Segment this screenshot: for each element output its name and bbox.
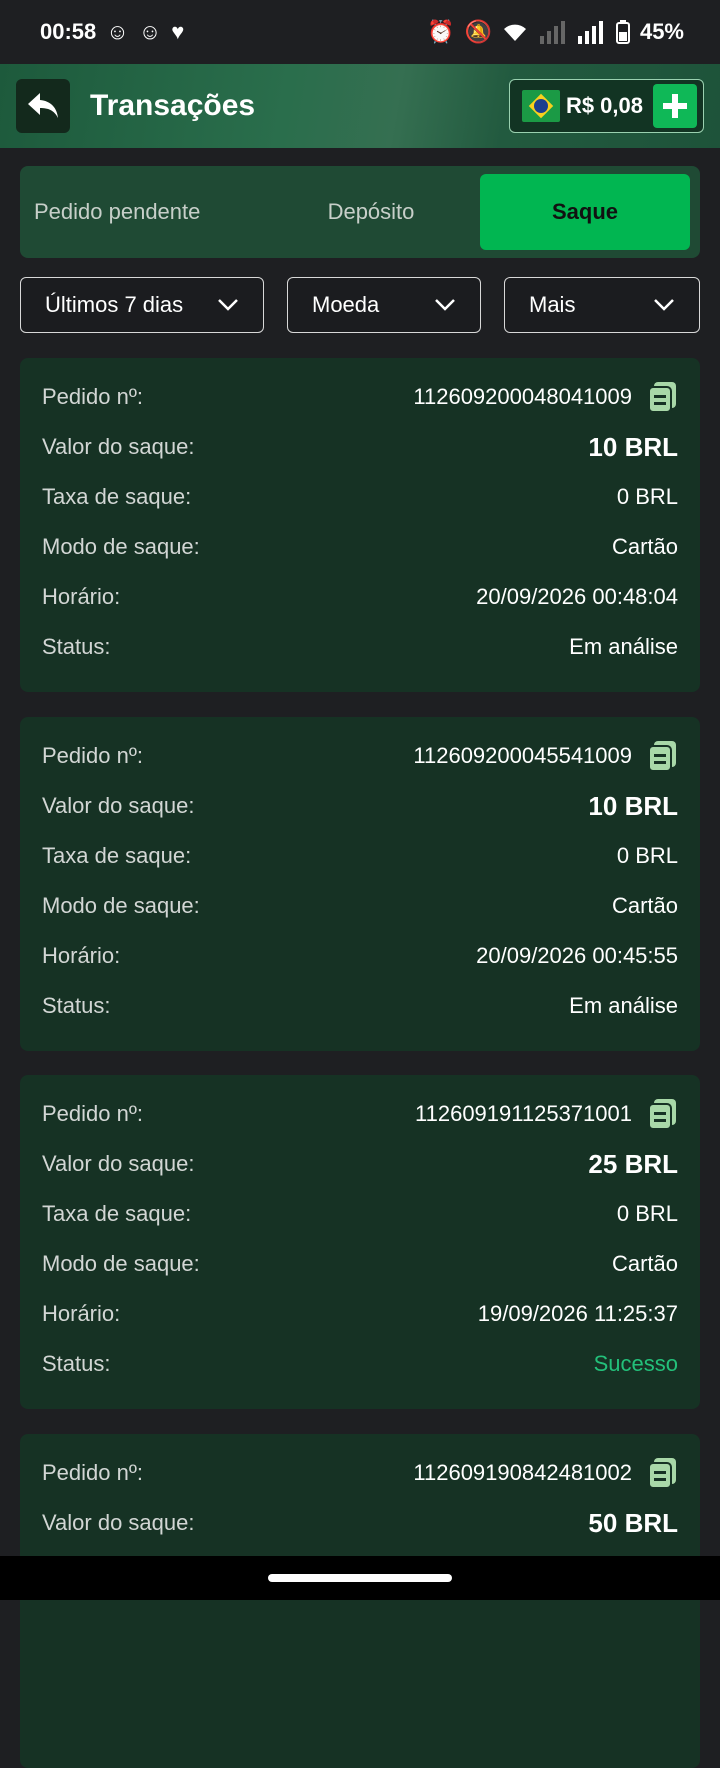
balance-amount: R$ 0,08 [565,93,643,118]
withdrawal-mode: Cartão [611,534,678,559]
chevron-down-icon [654,299,674,311]
brazil-flag-icon [521,90,560,122]
alarm-icon: ⏰ [427,19,455,44]
status-label: Status: [42,993,111,1018]
order-label: Pedido nº: [42,743,143,768]
transaction-card: Pedido nº: 112609200048041009 Valor do sa… [20,358,700,692]
currency-label: Moeda [312,292,380,317]
order-number: 112609190842481002 [413,1460,632,1485]
back-button[interactable] [16,79,70,133]
signal-icon-2 [577,21,603,44]
order-number: 112609191125371001 [415,1101,632,1126]
mode-label: Modo de saque: [42,893,200,918]
status-value: Em análise [569,993,678,1018]
time-label: Horário: [42,584,121,609]
order-label: Pedido nº: [42,384,143,409]
clock: 00:58 [40,19,97,44]
copy-icon[interactable] [648,381,678,413]
fee-label: Taxa de saque: [42,484,192,509]
tab-deposit[interactable]: Depósito [266,174,476,250]
system-nav-bar [0,1556,720,1600]
app-header: Transações R$ 0,08 [0,64,720,148]
fee-label: Taxa de saque: [42,1201,192,1226]
transaction-card: Pedido nº: 112609200045541009 Valor do sa… [20,717,700,1051]
status-label: Status: [42,634,111,659]
add-funds-button[interactable] [653,84,697,128]
currency-dropdown[interactable]: Moeda [287,277,481,333]
chevron-down-icon [435,299,455,311]
transaction-time: 20/09/2026 00:48:04 [476,584,678,609]
amount-label: Valor do saque: [42,1510,195,1535]
back-arrow-icon [28,93,58,118]
home-gesture-handle[interactable] [268,1574,452,1582]
withdrawal-fee: 0 BRL [616,843,678,868]
status-label: Status: [42,1351,111,1376]
signal-icon-1 [539,21,565,44]
copy-icon[interactable] [648,740,678,772]
status-bar: 00:58 ☺ ☺ ♥ ⏰ 🔕 45% [0,0,720,64]
transaction-card: Pedido nº: 112609191125371001 Valor do sa… [20,1075,700,1409]
order-label: Pedido nº: [42,1460,143,1485]
more-filters-dropdown[interactable]: Mais [504,277,700,333]
order-label: Pedido nº: [42,1101,143,1126]
more-label: Mais [529,292,576,317]
transaction-card: Pedido nº: 112609190842481002 Valor do sa… [20,1434,700,1768]
transaction-time: 20/09/2026 00:45:55 [476,943,678,968]
time-label: Horário: [42,943,121,968]
battery-level: 45% [639,19,684,44]
withdrawal-amount: 25 BRL [588,1148,678,1179]
filter-bar: Últimos 7 dias Moeda Mais [20,277,700,335]
status-value: Em análise [569,634,678,659]
withdrawal-mode: Cartão [611,893,678,918]
date-range-dropdown[interactable]: Últimos 7 dias [20,277,264,333]
fee-label: Taxa de saque: [42,843,192,868]
withdrawal-amount: 10 BRL [588,431,678,462]
withdrawal-amount: 10 BRL [588,790,678,821]
tab-withdrawal[interactable]: Saque [480,174,690,250]
date-range-label: Últimos 7 dias [45,292,184,317]
balance-widget[interactable]: R$ 0,08 [508,79,704,133]
withdrawal-fee: 0 BRL [616,484,678,509]
amount-label: Valor do saque: [42,1151,195,1176]
mute-icon: 🔕 [464,19,492,44]
order-number: 112609200045541009 [413,743,632,768]
page-title: Transações [90,89,256,122]
amount-label: Valor do saque: [42,793,195,818]
baby-icon: ☺ [106,19,129,44]
transaction-tabs: Pedido pendente Depósito Saque [20,166,700,258]
withdrawal-mode: Cartão [611,1251,678,1276]
mode-label: Modo de saque: [42,1251,200,1276]
status-value: Sucesso [593,1351,678,1376]
copy-icon[interactable] [648,1457,678,1489]
chevron-down-icon [218,299,238,311]
baby-icon-2: ☺ [138,19,162,44]
wifi-icon [503,24,526,41]
heart-icon: ♥ [171,19,185,44]
transaction-time: 19/09/2026 11:25:37 [477,1301,678,1326]
amount-label: Valor do saque: [42,434,195,459]
battery-icon [615,20,630,44]
time-label: Horário: [42,1301,121,1326]
copy-icon[interactable] [648,1098,678,1130]
mode-label: Modo de saque: [42,534,200,559]
withdrawal-amount: 50 BRL [588,1507,678,1538]
tab-pending-orders[interactable]: Pedido pendente [30,174,266,250]
withdrawal-fee: 0 BRL [616,1201,678,1226]
plus-icon [663,94,687,118]
order-number: 112609200048041009 [413,384,632,409]
